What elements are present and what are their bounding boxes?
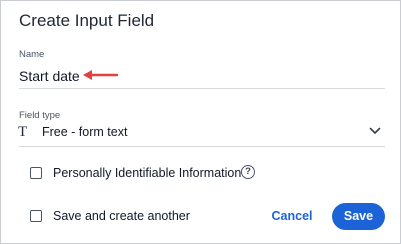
pii-checkbox-label[interactable]: Personally Identifiable Information bbox=[53, 166, 241, 181]
save-and-create-another-checkbox[interactable] bbox=[30, 210, 42, 222]
pii-checkbox[interactable] bbox=[30, 167, 42, 179]
field-type-label: Field type bbox=[19, 110, 61, 121]
chevron-down-icon[interactable] bbox=[369, 127, 381, 135]
cancel-button[interactable]: Cancel bbox=[265, 205, 319, 227]
name-field-underline bbox=[19, 88, 385, 89]
dialog-title: Create Input Field bbox=[19, 11, 155, 30]
create-input-field-dialog: Create Input Field Name Start date Field… bbox=[0, 0, 401, 244]
name-input[interactable]: Start date bbox=[19, 68, 80, 85]
field-type-select[interactable]: Free - form text bbox=[42, 125, 127, 140]
help-icon[interactable]: ? bbox=[241, 165, 255, 179]
field-type-underline bbox=[19, 146, 385, 147]
text-type-icon: T bbox=[18, 124, 28, 140]
red-arrow-icon bbox=[83, 70, 119, 80]
save-button[interactable]: Save bbox=[332, 203, 385, 230]
save-and-create-another-label[interactable]: Save and create another bbox=[53, 209, 190, 224]
name-field-label: Name bbox=[19, 49, 45, 60]
